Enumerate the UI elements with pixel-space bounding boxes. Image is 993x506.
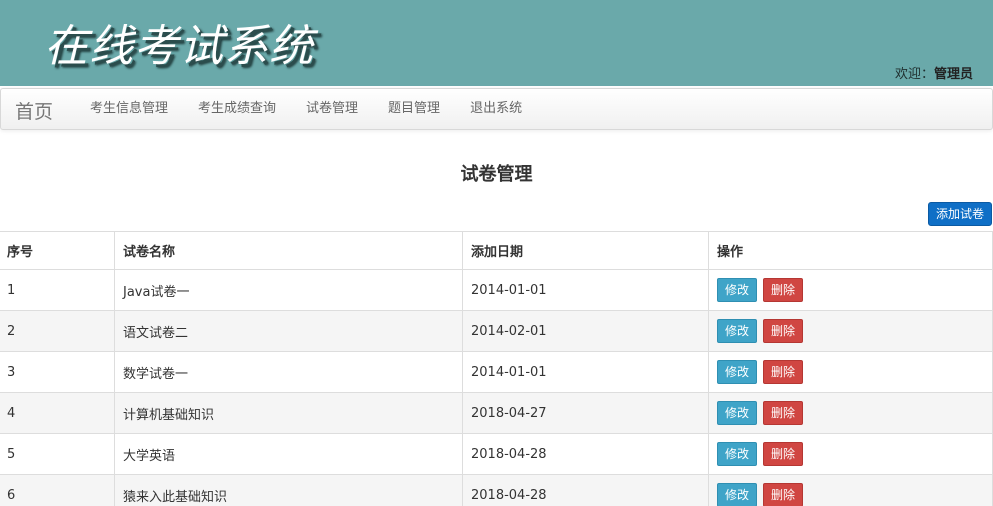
nav-item-paper-management[interactable]: 试卷管理 [291, 89, 373, 129]
cell-name: 语文试卷二 [114, 310, 463, 352]
nav-menu: 考生信息管理 考生成绩查询 试卷管理 题目管理 退出系统 [75, 89, 537, 129]
cell-name: 计算机基础知识 [114, 392, 463, 434]
welcome-prefix: 欢迎： [894, 67, 934, 82]
delete-button[interactable]: 删除 [763, 442, 804, 466]
table-header-row: 序号 试卷名称 添加日期 操作 [0, 231, 993, 270]
app-title: 在线考试系统 [44, 21, 314, 72]
cell-actions: 修改 删除 [708, 392, 993, 434]
page-title: 试卷管理 [460, 164, 533, 185]
table-row: 3 数学试卷一 2014-01-01 修改 删除 [0, 351, 993, 393]
delete-button[interactable]: 删除 [763, 401, 804, 425]
edit-button[interactable]: 修改 [717, 360, 758, 384]
edit-button[interactable]: 修改 [717, 401, 758, 425]
edit-button[interactable]: 修改 [717, 483, 758, 506]
delete-button[interactable]: 删除 [763, 278, 804, 302]
column-header-actions: 操作 [708, 231, 993, 270]
cell-actions: 修改 删除 [708, 269, 993, 311]
delete-button[interactable]: 删除 [763, 319, 804, 343]
cell-name: 大学英语 [114, 433, 463, 475]
welcome-user: 管理员 [933, 67, 973, 82]
navbar: 首页 考生信息管理 考生成绩查询 试卷管理 题目管理 退出系统 [0, 88, 993, 130]
cell-name: 数学试卷一 [114, 351, 463, 393]
cell-actions: 修改 删除 [708, 310, 993, 352]
cell-id: 4 [0, 392, 115, 434]
delete-button[interactable]: 删除 [763, 483, 804, 506]
edit-button[interactable]: 修改 [717, 278, 758, 302]
cell-actions: 修改 删除 [708, 474, 993, 506]
cell-actions: 修改 删除 [708, 351, 993, 393]
column-header-name: 试卷名称 [114, 231, 463, 270]
delete-button[interactable]: 删除 [763, 360, 804, 384]
column-header-date: 添加日期 [462, 231, 709, 270]
cell-date: 2014-01-01 [462, 269, 709, 311]
cell-actions: 修改 删除 [708, 433, 993, 475]
cell-date: 2018-04-27 [462, 392, 709, 434]
table-row: 5 大学英语 2018-04-28 修改 删除 [0, 433, 993, 475]
cell-id: 5 [0, 433, 115, 475]
cell-date: 2014-02-01 [462, 310, 709, 352]
cell-id: 6 [0, 474, 115, 506]
cell-id: 2 [0, 310, 115, 352]
cell-date: 2014-01-01 [462, 351, 709, 393]
table-row: 1 Java试卷一 2014-01-01 修改 删除 [0, 269, 993, 311]
cell-name: Java试卷一 [114, 269, 463, 311]
paper-table: 序号 试卷名称 添加日期 操作 1 Java试卷一 2014-01-01 修改删… [0, 231, 993, 506]
edit-button[interactable]: 修改 [717, 442, 758, 466]
nav-item-question-management[interactable]: 题目管理 [373, 89, 455, 129]
cell-date: 2018-04-28 [462, 433, 709, 475]
cell-date: 2018-04-28 [462, 474, 709, 506]
table-row: 4 计算机基础知识 2018-04-27 修改 删除 [0, 392, 993, 434]
cell-id: 1 [0, 269, 115, 311]
nav-item-logout[interactable]: 退出系统 [455, 89, 537, 129]
nav-item-student-info[interactable]: 考生信息管理 [75, 89, 183, 129]
welcome-text: 欢迎：管理员 [895, 63, 973, 82]
column-header-id: 序号 [0, 231, 115, 270]
add-paper-button[interactable]: 添加试卷 [927, 202, 992, 226]
edit-button[interactable]: 修改 [717, 319, 758, 343]
header-banner: 在线考试系统 欢迎：管理员 [0, 0, 993, 86]
table-row: 6 猿来入此基础知识 2018-04-28 修改 删除 [0, 474, 993, 506]
table-row: 2 语文试卷二 2014-02-01 修改 删除 [0, 310, 993, 352]
cell-id: 3 [0, 351, 115, 393]
nav-item-score-query[interactable]: 考生成绩查询 [183, 89, 291, 129]
cell-name: 猿来入此基础知识 [114, 474, 463, 506]
nav-home-link[interactable]: 首页 [15, 97, 53, 124]
